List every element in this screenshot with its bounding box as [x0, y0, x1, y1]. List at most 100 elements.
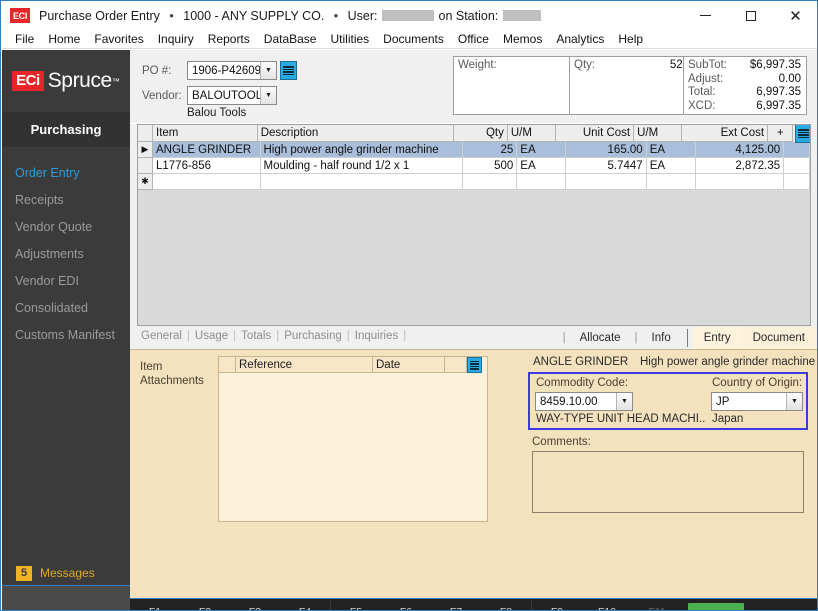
grid-header-ext-cost[interactable]: Ext Cost: [681, 125, 769, 142]
table-row[interactable]: L1776-856 Moulding - half round 1/2 x 1 …: [138, 158, 810, 174]
sidebar-item-consolidated[interactable]: Consolidated: [2, 294, 130, 321]
menu-item-home[interactable]: Home: [41, 31, 87, 47]
fkey-f10-menu[interactable]: F10 Menu: [582, 599, 632, 610]
cell-um-1[interactable]: EA: [517, 142, 567, 158]
fkey-f6-adjust[interactable]: F6 Adjust: [381, 599, 431, 610]
line-items-grid[interactable]: Item Description Qty U/M Unit Cost U/M E…: [137, 124, 811, 326]
fkey-f4-folders[interactable]: F4 Folders: [280, 599, 330, 610]
fkey-f1-next[interactable]: F1 Next: [130, 599, 180, 610]
menu-item-inquiry[interactable]: Inquiry: [151, 31, 201, 47]
cell-description[interactable]: [260, 174, 463, 190]
sidebar-item-order-entry[interactable]: Order Entry: [2, 159, 130, 186]
menu-item-utilities[interactable]: Utilities: [323, 31, 376, 47]
chevron-down-icon[interactable]: ▼: [260, 62, 276, 79]
cell-qty[interactable]: 500: [462, 158, 518, 174]
cell-plus[interactable]: [784, 158, 810, 174]
tab-document[interactable]: Document: [741, 327, 816, 349]
fkey-f7-build[interactable]: F7 Build: [431, 599, 481, 610]
menu-item-analytics[interactable]: Analytics: [549, 31, 611, 47]
brand-logo: ECi Spruce ™: [2, 50, 130, 112]
sidebar-item-receipts[interactable]: Receipts: [2, 186, 130, 213]
menu-item-memos[interactable]: Memos: [496, 31, 549, 47]
grid-header-um-2[interactable]: U/M: [634, 125, 682, 142]
minimize-icon[interactable]: [683, 2, 728, 29]
fkey-f9-cancel[interactable]: F9 Cancel: [532, 599, 582, 610]
menu-item-help[interactable]: Help: [611, 31, 650, 47]
chevron-down-icon[interactable]: ▼: [786, 393, 802, 410]
tab-entry[interactable]: Entry: [692, 327, 742, 349]
cell-unit-cost[interactable]: [566, 174, 647, 190]
fkey-f12-process[interactable]: F12 Process: [688, 603, 744, 610]
sidebar-item-vendor-edi[interactable]: Vendor EDI: [2, 267, 130, 294]
cell-um-2[interactable]: EA: [646, 158, 696, 174]
vendor-input[interactable]: BALOUTOOLS ▼: [187, 86, 277, 105]
menu-item-database[interactable]: DataBase: [257, 31, 324, 47]
cell-item[interactable]: [153, 174, 261, 190]
cell-unit-cost[interactable]: 5.7447: [566, 158, 647, 174]
po-number-input[interactable]: 1906-P42609 ▼: [187, 61, 277, 80]
cell-plus[interactable]: [784, 174, 810, 190]
grid-header-plus[interactable]: +: [768, 125, 794, 142]
attachments-grid[interactable]: Reference Date: [218, 356, 488, 522]
comments-textarea[interactable]: [532, 451, 804, 513]
cell-um-1[interactable]: EA: [517, 158, 567, 174]
sidebar-item-adjustments[interactable]: Adjustments: [2, 240, 130, 267]
country-of-origin-input[interactable]: JP ▼: [711, 392, 803, 411]
messages-indicator[interactable]: 5 Messages: [2, 561, 130, 585]
menu-item-documents[interactable]: Documents: [376, 31, 451, 47]
cell-ext-cost[interactable]: 4,125.00: [695, 142, 785, 158]
attach-header-reference[interactable]: Reference: [236, 357, 373, 373]
country-of-origin-value: JP: [716, 395, 730, 408]
cell-um-1[interactable]: [517, 174, 567, 190]
close-icon[interactable]: ✕: [773, 2, 817, 29]
fkey-f3-style[interactable]: F3 Style: [230, 599, 280, 610]
cell-qty[interactable]: 25: [462, 142, 518, 158]
grid-list-icon[interactable]: [795, 125, 810, 143]
menu-item-file[interactable]: File: [8, 31, 41, 47]
tab-divider-1: |: [562, 332, 566, 344]
cell-item[interactable]: ANGLE GRINDER: [153, 142, 261, 158]
grid-header-description[interactable]: Description: [257, 125, 455, 142]
cell-qty[interactable]: [462, 174, 518, 190]
grid-header-um-1[interactable]: U/M: [507, 125, 556, 142]
po-list-icon[interactable]: [280, 61, 297, 80]
fkey-f2-import[interactable]: F2 Import: [180, 599, 230, 610]
sidebar-item-customs-manifest[interactable]: Customs Manifest: [2, 321, 130, 348]
cell-plus[interactable]: [784, 142, 810, 158]
cell-um-2[interactable]: EA: [646, 142, 696, 158]
cell-ext-cost[interactable]: 2,872.35: [695, 158, 785, 174]
cell-description[interactable]: High power angle grinder machine: [260, 142, 463, 158]
grid-header-unit-cost[interactable]: Unit Cost: [555, 125, 635, 142]
maximize-icon[interactable]: [728, 2, 773, 29]
tab-inquiries[interactable]: Inquiries: [351, 330, 402, 342]
menu-item-reports[interactable]: Reports: [201, 31, 257, 47]
subtotal-value: $6,997.35: [749, 59, 801, 71]
attachments-list-icon[interactable]: [467, 357, 482, 373]
table-row-new[interactable]: ✱: [138, 174, 810, 190]
chevron-down-icon[interactable]: ▼: [260, 87, 276, 104]
chevron-down-icon[interactable]: ▼: [616, 393, 632, 410]
grid-header-item[interactable]: Item: [153, 125, 258, 142]
menu-item-favorites[interactable]: Favorites: [87, 31, 150, 47]
table-row[interactable]: ▶ ANGLE GRINDER High power angle grinder…: [138, 142, 810, 158]
fkey-f8-reprice[interactable]: F8 Reprice: [481, 599, 531, 610]
cell-item[interactable]: L1776-856: [153, 158, 261, 174]
sidebar-item-vendor-quote[interactable]: Vendor Quote: [2, 213, 130, 240]
cell-description[interactable]: Moulding - half round 1/2 x 1: [260, 158, 463, 174]
commodity-code-input[interactable]: 8459.10.00 ▼: [535, 392, 633, 411]
row-marker-icon: [138, 158, 153, 174]
cell-um-2[interactable]: [646, 174, 696, 190]
cell-unit-cost[interactable]: 165.00: [566, 142, 647, 158]
cell-ext-cost[interactable]: [695, 174, 785, 190]
grid-header-qty[interactable]: Qty: [454, 125, 508, 142]
tab-purchasing[interactable]: Purchasing: [280, 330, 346, 342]
fkey-f5-ordering[interactable]: F5 Ordering: [331, 599, 381, 610]
tab-usage[interactable]: Usage: [191, 330, 232, 342]
tab-general[interactable]: General: [137, 330, 186, 342]
attach-header-date[interactable]: Date: [373, 357, 445, 373]
tab-allocate[interactable]: Allocate: [569, 327, 632, 349]
tab-info[interactable]: Info: [641, 327, 682, 349]
adjust-value: 0.00: [778, 72, 801, 85]
menu-item-office[interactable]: Office: [451, 31, 496, 47]
tab-totals[interactable]: Totals: [237, 330, 275, 342]
